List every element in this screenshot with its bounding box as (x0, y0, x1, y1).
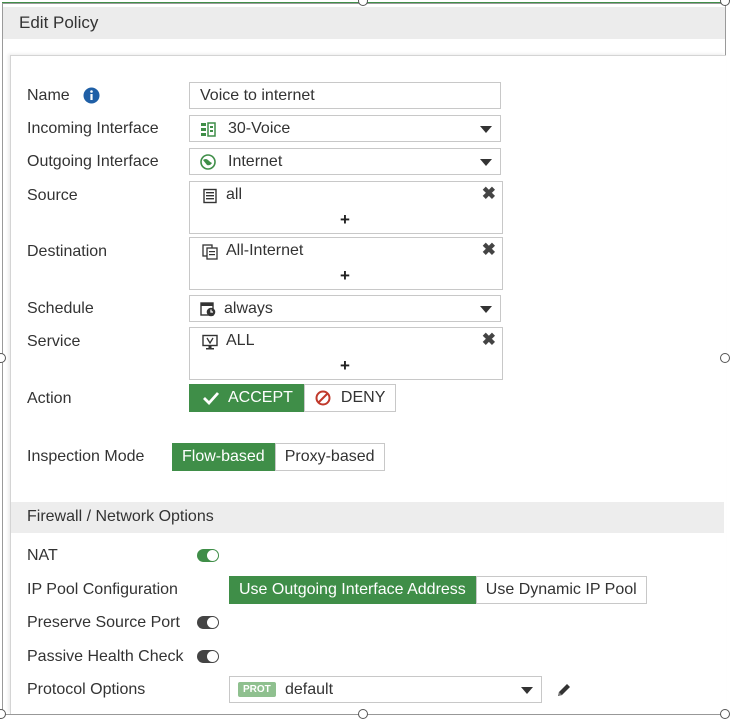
edit-icon[interactable] (556, 682, 572, 698)
incoming-interface-label: Incoming Interface (27, 120, 159, 137)
add-service-button[interactable]: + (340, 356, 350, 376)
use-dynamic-ip-pool-button[interactable]: Use Dynamic IP Pool (475, 576, 647, 604)
schedule-value: always (224, 300, 273, 317)
remove-icon[interactable]: ✖ (482, 184, 496, 204)
accept-button[interactable]: ACCEPT (189, 384, 304, 412)
inspection-mode-toggle-group: Flow-based Proxy-based (172, 443, 385, 471)
source-label: Source (27, 187, 78, 204)
name-input-value: Voice to internet (200, 87, 315, 104)
use-outgoing-interface-button[interactable]: Use Outgoing Interface Address (229, 576, 476, 604)
nat-label: NAT (27, 547, 58, 564)
ip-pool-toggle-group: Use Outgoing Interface Address Use Dynam… (229, 576, 647, 604)
action-label: Action (27, 390, 72, 407)
nat-toggle[interactable] (197, 549, 219, 562)
service-multiselect[interactable]: ALL ✖ + (189, 327, 503, 380)
preserve-source-port-toggle[interactable] (197, 616, 219, 629)
resize-handle-right[interactable] (720, 353, 730, 363)
proxy-based-button[interactable]: Proxy-based (274, 443, 385, 471)
caret-down-icon (521, 687, 533, 694)
info-icon[interactable] (83, 87, 100, 104)
caret-down-icon (480, 159, 492, 166)
service-value: ALL (226, 332, 255, 349)
globe-icon (200, 154, 216, 170)
destination-value: All-Internet (226, 242, 304, 259)
outgoing-interface-value: Internet (228, 153, 283, 170)
passive-health-check-toggle[interactable] (197, 650, 219, 663)
interface-icon (200, 121, 216, 137)
outgoing-interface-label: Outgoing Interface (27, 153, 159, 170)
protocol-options-value: default (285, 681, 334, 698)
remove-icon[interactable]: ✖ (482, 330, 496, 350)
destination-label: Destination (27, 243, 108, 260)
incoming-interface-value: 30-Voice (228, 120, 291, 137)
schedule-label: Schedule (27, 300, 94, 317)
protocol-options-select[interactable]: PROT default (229, 676, 542, 703)
preserve-source-port-label: Preserve Source Port (27, 614, 180, 631)
ip-pool-label: IP Pool Configuration (27, 581, 178, 598)
address-group-icon (202, 244, 218, 260)
action-toggle-group: ACCEPT DENY (189, 384, 397, 412)
protocol-badge: PROT (238, 682, 276, 697)
deny-label: DENY (340, 389, 386, 406)
remove-icon[interactable]: ✖ (482, 240, 496, 260)
section-title: Firewall / Network Options (27, 508, 214, 525)
name-input[interactable]: Voice to internet (189, 82, 501, 109)
inspection-mode-label: Inspection Mode (27, 448, 145, 465)
add-destination-button[interactable]: + (340, 266, 350, 286)
dialog-header: Edit Policy (3, 7, 725, 39)
caret-down-icon (480, 126, 492, 133)
incoming-interface-select[interactable]: 30-Voice (189, 115, 501, 142)
source-multiselect[interactable]: all ✖ + (189, 181, 503, 234)
schedule-select[interactable]: always (189, 295, 501, 322)
destination-multiselect[interactable]: All-Internet ✖ + (189, 237, 503, 290)
service-label: Service (27, 333, 81, 350)
flow-based-button[interactable]: Flow-based (172, 443, 275, 471)
service-icon (202, 334, 218, 350)
source-value: all (226, 186, 243, 203)
schedule-icon (200, 301, 216, 317)
resize-handle-top-right[interactable] (720, 0, 730, 6)
firewall-network-options-header: Firewall / Network Options (11, 502, 724, 533)
address-icon (202, 188, 218, 204)
dialog-title: Edit Policy (19, 13, 99, 32)
check-icon (202, 391, 220, 406)
name-label: Name (27, 87, 70, 104)
accept-label: ACCEPT (228, 389, 293, 406)
protocol-options-label: Protocol Options (27, 681, 146, 698)
add-source-button[interactable]: + (340, 210, 350, 230)
deny-icon (315, 390, 331, 406)
outgoing-interface-select[interactable]: Internet (189, 148, 501, 175)
caret-down-icon (480, 306, 492, 313)
deny-button[interactable]: DENY (303, 384, 397, 412)
passive-health-check-label: Passive Health Check (27, 648, 184, 665)
